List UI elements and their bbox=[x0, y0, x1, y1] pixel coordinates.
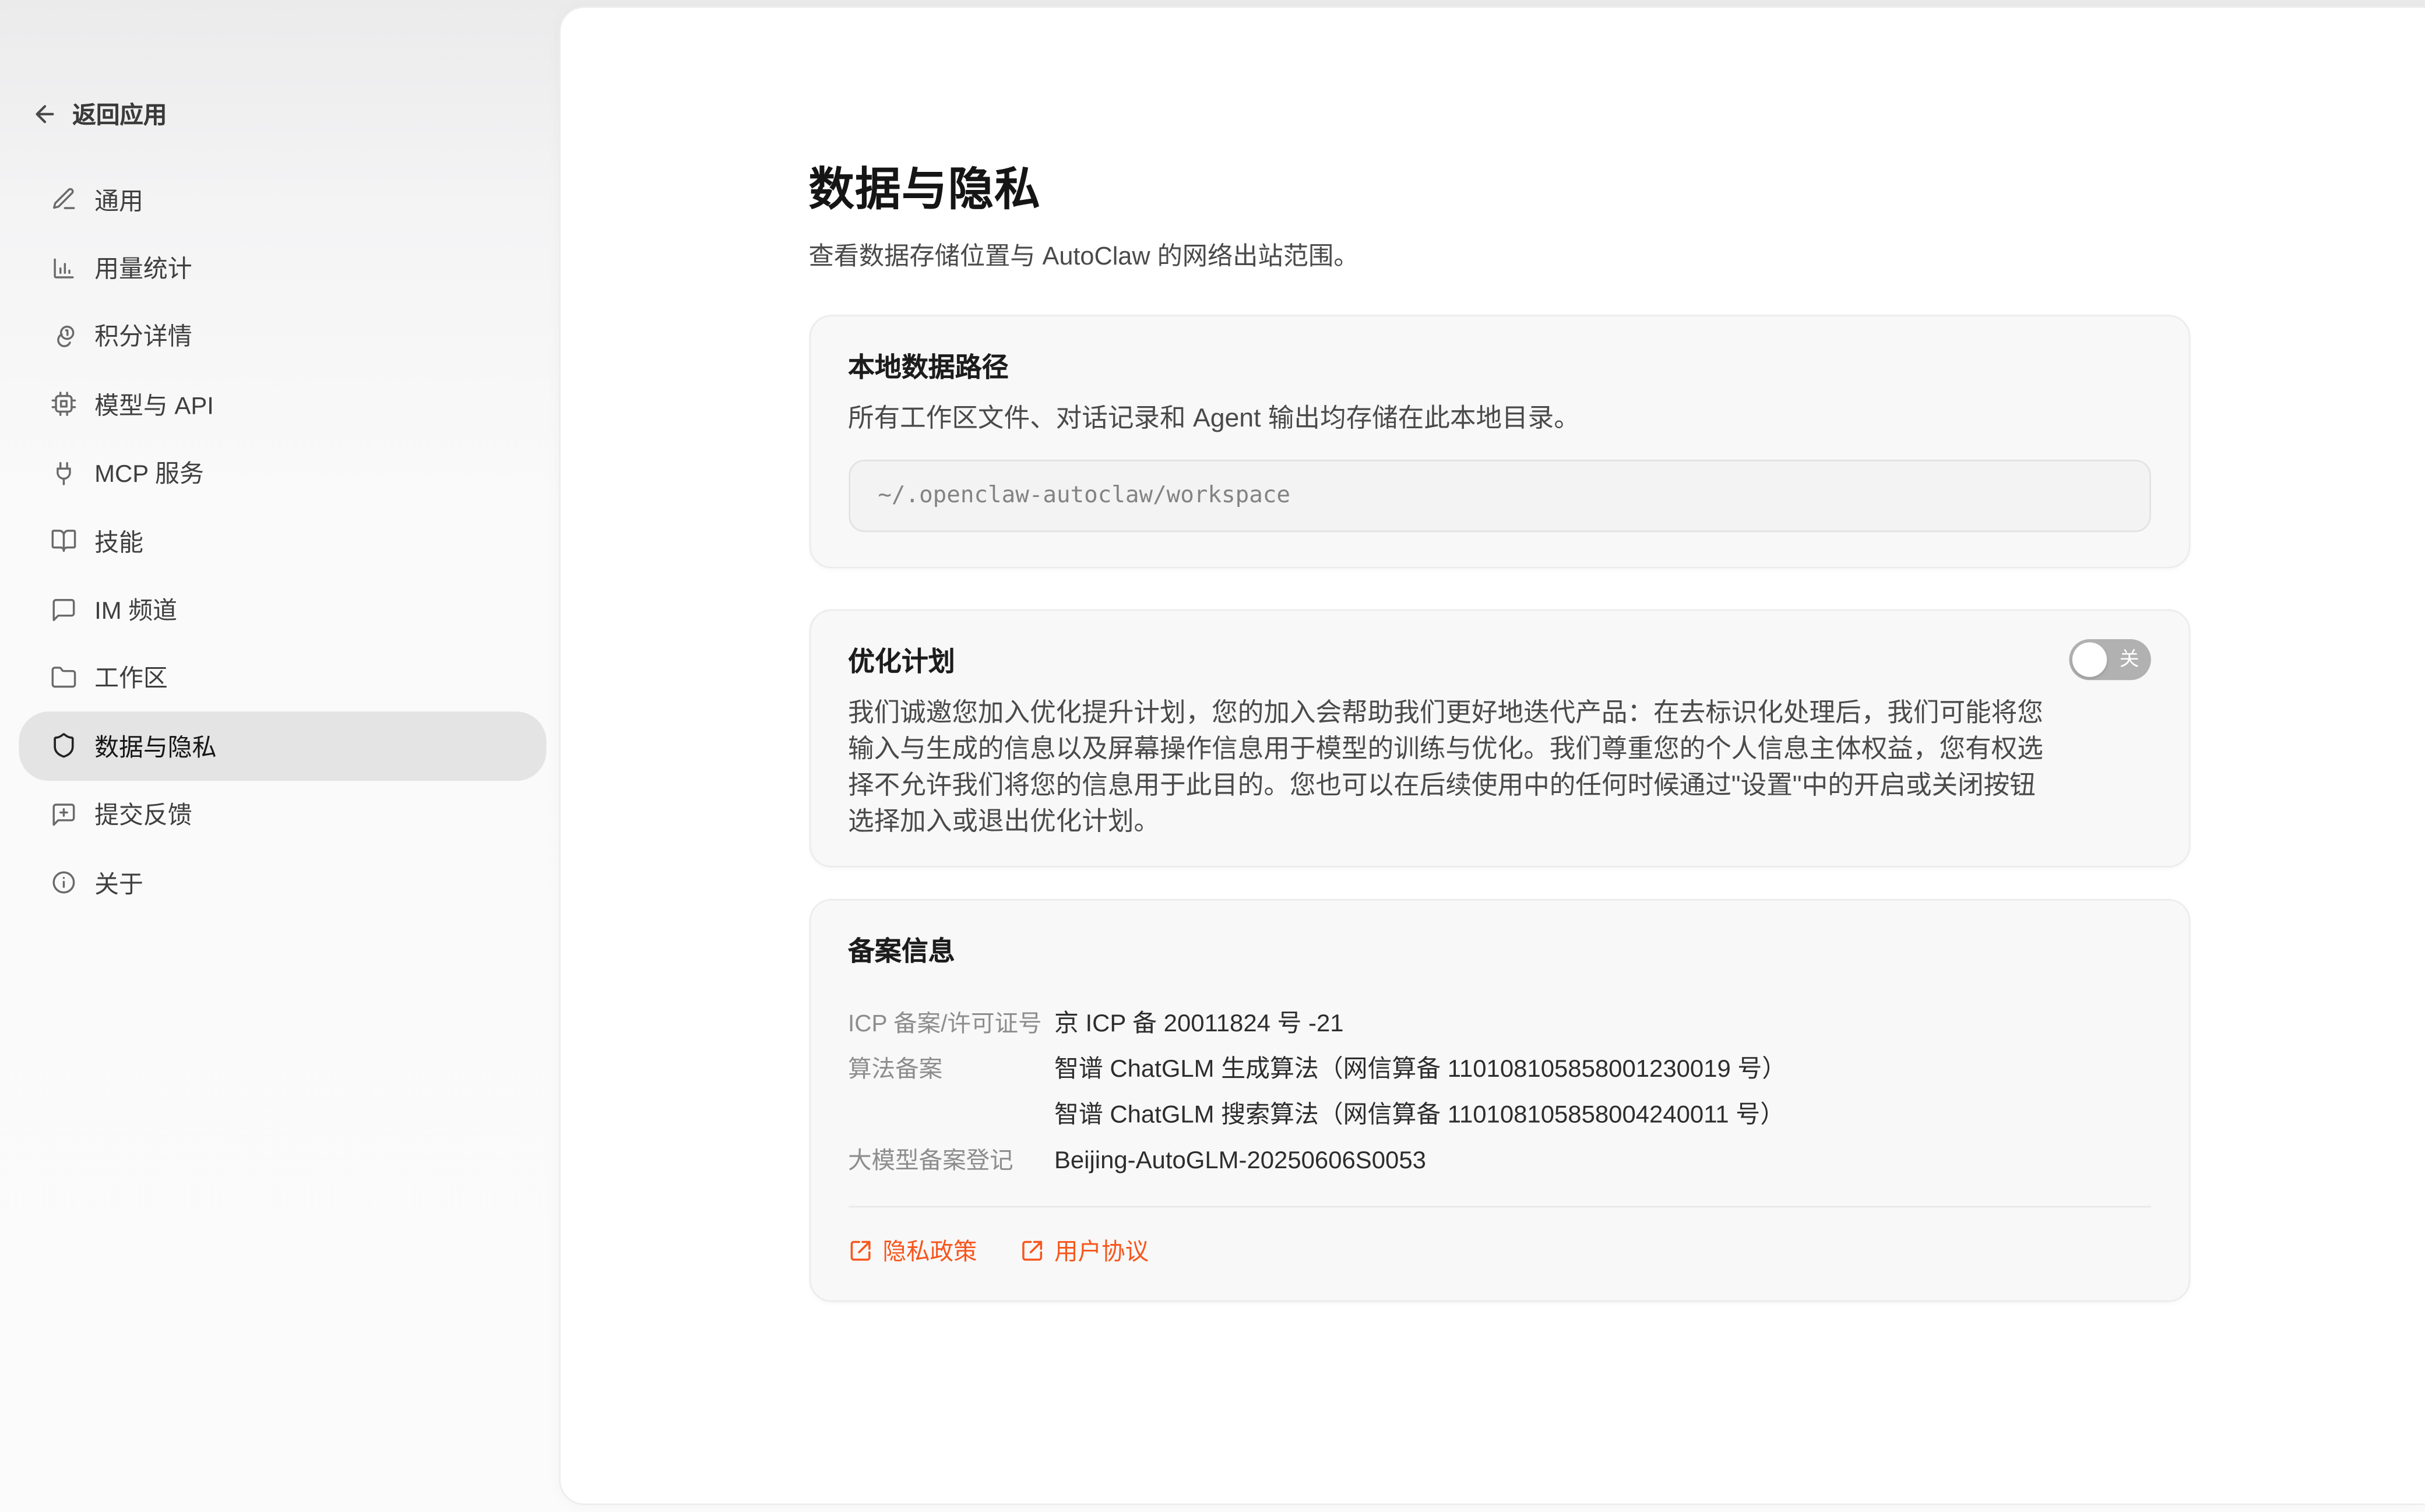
sidebar-item-label: 积分详情 bbox=[94, 319, 192, 353]
algorithm-filing-2: 智谱 ChatGLM 搜索算法（网信算备 1101081058580042400… bbox=[1054, 1099, 2151, 1132]
info-icon bbox=[49, 868, 78, 897]
user-agreement-label: 用户协议 bbox=[1054, 1234, 1149, 1267]
sidebar-item-skills[interactable]: 技能 bbox=[19, 507, 546, 575]
filing-row-value: 智谱 ChatGLM 生成算法（网信算备 1101081058580012300… bbox=[1054, 1046, 2151, 1138]
sidebar-item-label: 提交反馈 bbox=[94, 797, 192, 831]
back-to-app-label: 返回应用 bbox=[72, 97, 167, 130]
privacy-policy-link[interactable]: 隐私政策 bbox=[848, 1234, 977, 1267]
sidebar-item-models-api[interactable]: 模型与 API bbox=[19, 370, 546, 438]
sidebar-item-general[interactable]: 通用 bbox=[19, 165, 546, 234]
sidebar-item-label: MCP 服务 bbox=[94, 456, 204, 490]
shield-icon bbox=[49, 732, 78, 760]
content-area: 数据与隐私 查看数据存储位置与 AutoClaw 的网络出站范围。 本地数据路径… bbox=[808, 7, 2190, 1301]
optimization-plan-description: 我们诚邀您加入优化提升计划，您的加入会帮助我们更好地迭代产品：在去标识化处理后，… bbox=[848, 695, 2048, 840]
workspace-path-field[interactable]: ~/.openclaw-autoclaw/workspace bbox=[848, 459, 2151, 531]
sidebar-item-label: 模型与 API bbox=[94, 387, 214, 421]
filing-row-label: 算法备案 bbox=[848, 1046, 1054, 1138]
optimization-plan-card: 优化计划 关 我们诚邀您加入优化提升计划，您的加入会帮助我们更好地迭代产品：在去… bbox=[808, 608, 2190, 866]
sidebar-item-label: 技能 bbox=[94, 524, 143, 558]
filing-row-value: 京 ICP 备 20011824 号 -21 bbox=[1054, 1000, 2151, 1046]
user-agreement-link[interactable]: 用户协议 bbox=[1020, 1234, 1149, 1267]
sidebar-nav: 通用 用量统计 积分详情 模型与 API bbox=[19, 165, 546, 917]
page-subtitle: 查看数据存储位置与 AutoClaw 的网络出站范围。 bbox=[808, 240, 2190, 274]
workspace-path-value: ~/.openclaw-autoclaw/workspace bbox=[878, 482, 1290, 507]
cpu-chip-icon bbox=[49, 390, 78, 419]
sidebar-item-im-channels[interactable]: IM 频道 bbox=[19, 575, 546, 643]
sidebar-item-label: 通用 bbox=[94, 182, 143, 217]
toggle-knob bbox=[2071, 642, 2106, 676]
bar-chart-icon bbox=[49, 253, 78, 282]
sidebar-item-credits[interactable]: 积分详情 bbox=[19, 302, 546, 370]
external-link-icon bbox=[1020, 1239, 1044, 1263]
sidebar-item-label: 用量统计 bbox=[94, 251, 192, 285]
optimization-plan-title: 优化计划 bbox=[848, 643, 2151, 681]
local-data-path-title: 本地数据路径 bbox=[848, 348, 2151, 386]
app-window: 返回应用 通用 用量统计 积分详情 bbox=[0, 0, 2425, 1512]
settings-sidebar: 返回应用 通用 用量统计 积分详情 bbox=[0, 0, 557, 1512]
divider bbox=[848, 1206, 2151, 1208]
filing-row-label: ICP 备案/许可证号 bbox=[848, 1000, 1054, 1046]
local-data-path-card: 本地数据路径 所有工作区文件、对话记录和 Agent 输出均存储在此本地目录。 … bbox=[808, 314, 2190, 568]
sidebar-item-workspace[interactable]: 工作区 bbox=[19, 643, 546, 711]
filing-info-card: 备案信息 ICP 备案/许可证号 京 ICP 备 20011824 号 -21 … bbox=[808, 898, 2190, 1301]
arrow-left-icon bbox=[31, 100, 58, 127]
optimization-toggle[interactable]: 关 bbox=[2068, 639, 2151, 679]
filing-row-label: 大模型备案登记 bbox=[848, 1139, 1054, 1184]
sidebar-item-label: 数据与隐私 bbox=[94, 728, 216, 763]
algorithm-filing-1: 智谱 ChatGLM 生成算法（网信算备 1101081058580012300… bbox=[1054, 1052, 2151, 1085]
back-to-app-button[interactable]: 返回应用 bbox=[31, 91, 167, 136]
sidebar-item-about[interactable]: 关于 bbox=[19, 848, 546, 917]
pen-icon bbox=[49, 185, 78, 214]
sidebar-item-data-privacy[interactable]: 数据与隐私 bbox=[19, 712, 546, 780]
sidebar-item-label: IM 频道 bbox=[94, 592, 177, 626]
page-title: 数据与隐私 bbox=[808, 163, 2190, 217]
toggle-state-label: 关 bbox=[2120, 649, 2139, 669]
sidebar-item-mcp[interactable]: MCP 服务 bbox=[19, 439, 546, 507]
folder-icon bbox=[49, 664, 78, 692]
main-panel: 数据与隐私 查看数据存储位置与 AutoClaw 的网络出站范围。 本地数据路径… bbox=[558, 5, 2425, 1506]
message-plus-icon bbox=[49, 800, 78, 829]
sidebar-item-label: 关于 bbox=[94, 865, 143, 900]
book-open-icon bbox=[49, 527, 78, 555]
model-filing-number: Beijing-AutoGLM-20250606S0053 bbox=[1054, 1144, 2151, 1178]
filing-info-title: 备案信息 bbox=[848, 933, 2151, 971]
policy-links: 隐私政策 用户协议 bbox=[848, 1234, 2151, 1267]
external-link-icon bbox=[848, 1239, 872, 1263]
sidebar-item-feedback[interactable]: 提交反馈 bbox=[19, 780, 546, 848]
chat-bubble-icon bbox=[49, 595, 78, 623]
filing-table: ICP 备案/许可证号 京 ICP 备 20011824 号 -21 算法备案 … bbox=[848, 1000, 2151, 1184]
plug-icon bbox=[49, 459, 78, 487]
filing-row-value: Beijing-AutoGLM-20250606S0053 bbox=[1054, 1139, 2151, 1184]
icp-number: 京 ICP 备 20011824 号 -21 bbox=[1054, 1007, 2151, 1040]
local-data-path-description: 所有工作区文件、对话记录和 Agent 输出均存储在此本地目录。 bbox=[848, 401, 2151, 437]
sidebar-item-label: 工作区 bbox=[94, 660, 168, 695]
sidebar-item-usage-stats[interactable]: 用量统计 bbox=[19, 234, 546, 302]
privacy-policy-label: 隐私政策 bbox=[882, 1234, 977, 1267]
coins-icon bbox=[49, 322, 78, 350]
